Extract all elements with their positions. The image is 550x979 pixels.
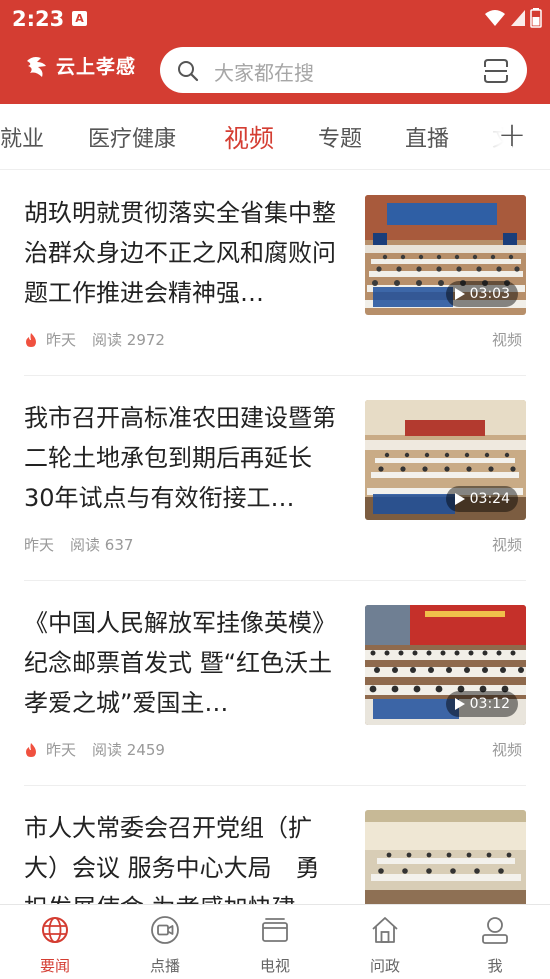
user-icon (482, 917, 508, 944)
search-bar[interactable]: 大家都在搜 (160, 47, 527, 93)
tab-video[interactable]: 视频 (224, 119, 274, 155)
item-time: 昨天 (46, 741, 77, 759)
list-item[interactable]: 《中国人民解放军挂像英模》纪念邮票首发式 暨“红色沃土 孝爱之城”爱国主… 昨天… (0, 581, 550, 786)
video-thumbnail[interactable] (365, 810, 526, 904)
search-placeholder: 大家都在搜 (214, 61, 314, 85)
item-meta: 昨天 阅读 2459 (24, 739, 165, 760)
battery-icon (530, 8, 542, 28)
item-views: 阅读 2972 (92, 331, 165, 349)
item-time: 昨天 (24, 536, 55, 554)
item-title[interactable]: 市人大常委会召开党组（扩大）会议 服务中心大局 勇担发展使命 为孝感加快建… (24, 808, 342, 904)
video-thumbnail[interactable]: 03:24 (365, 400, 526, 520)
app-logo[interactable]: 云上孝感 (24, 52, 136, 79)
home-icon (372, 917, 398, 943)
nav-on-demand[interactable]: 点播 (110, 905, 220, 979)
video-feed: 胡玖明就贯彻落实全省集中整治群众身边不正之风和腐败问题工作推进会精神强… 昨天 … (0, 171, 550, 904)
notification-icon: A (72, 11, 87, 26)
tab-live[interactable]: 直播 (405, 121, 449, 153)
item-title[interactable]: 《中国人民解放军挂像英模》纪念邮票首发式 暨“红色沃土 孝爱之城”爱国主… (24, 603, 342, 723)
tab-health[interactable]: 医疗健康 (88, 121, 176, 153)
search-icon (178, 61, 199, 82)
video-camera-icon (151, 916, 179, 944)
hot-icon (26, 742, 36, 757)
item-title[interactable]: 胡玖明就贯彻落实全省集中整治群众身边不正之风和腐败问题工作推进会精神强… (24, 193, 342, 313)
nav-label: 电视 (259, 957, 290, 975)
app-header: 2:23 A 云上孝感 大家都在搜 (0, 0, 550, 104)
item-views: 阅读 637 (70, 536, 134, 554)
status-time: 2:23 (12, 7, 65, 31)
nav-label: 问政 (369, 957, 400, 975)
tv-icon (262, 918, 288, 942)
add-tab-icon[interactable]: + (492, 118, 532, 152)
video-thumbnail[interactable]: 03:12 (365, 605, 526, 725)
scan-icon[interactable] (483, 58, 509, 84)
nav-profile[interactable]: 我 (440, 905, 550, 979)
globe-icon (42, 917, 68, 943)
video-duration: 03:24 (445, 486, 518, 512)
bottom-nav: 要闻 点播 电视 问政 我 (0, 904, 550, 979)
item-meta: 昨天 阅读 637 (24, 534, 133, 555)
item-tag: 视频 (491, 331, 522, 349)
video-duration: 03:03 (445, 281, 518, 307)
status-icons (484, 8, 542, 28)
nav-label: 要闻 (39, 957, 70, 975)
play-icon (454, 493, 465, 505)
item-meta: 昨天 阅读 2972 (24, 329, 165, 350)
item-tag: 视频 (491, 741, 522, 759)
item-tag: 视频 (491, 536, 522, 554)
signal-icon (511, 10, 525, 26)
nav-label: 点播 (149, 957, 180, 975)
logo-mark-icon (27, 56, 46, 77)
list-item[interactable]: 市人大常委会召开党组（扩大）会议 服务中心大局 勇担发展使命 为孝感加快建… (0, 786, 550, 904)
meeting-scene-image (365, 810, 526, 904)
nav-label: 我 (487, 957, 503, 975)
tab-topics[interactable]: 专题 (318, 121, 362, 153)
list-item[interactable]: 我市召开高标准农田建设暨第二轮土地承包到期后再延长30年试点与有效衔接工… 昨天… (0, 376, 550, 581)
item-time: 昨天 (46, 331, 77, 349)
category-tabs: 就业 医疗健康 视频 专题 直播 文 + (0, 104, 550, 170)
logo-text: 云上孝感 (56, 56, 137, 78)
play-icon (454, 288, 465, 300)
nav-news[interactable]: 要闻 (0, 905, 110, 979)
item-views: 阅读 2459 (92, 741, 165, 759)
status-bar: 2:23 A (0, 0, 550, 38)
play-icon (454, 698, 465, 710)
nav-inquiry[interactable]: 问政 (330, 905, 440, 979)
video-duration: 03:12 (445, 691, 518, 717)
hot-icon (26, 332, 36, 347)
tab-jobs[interactable]: 就业 (0, 121, 44, 153)
video-thumbnail[interactable]: 03:03 (365, 195, 526, 315)
item-title[interactable]: 我市召开高标准农田建设暨第二轮土地承包到期后再延长30年试点与有效衔接工… (24, 398, 342, 518)
wifi-icon (485, 10, 505, 26)
nav-tv[interactable]: 电视 (220, 905, 330, 979)
list-item[interactable]: 胡玖明就贯彻落实全省集中整治群众身边不正之风和腐败问题工作推进会精神强… 昨天 … (0, 171, 550, 376)
